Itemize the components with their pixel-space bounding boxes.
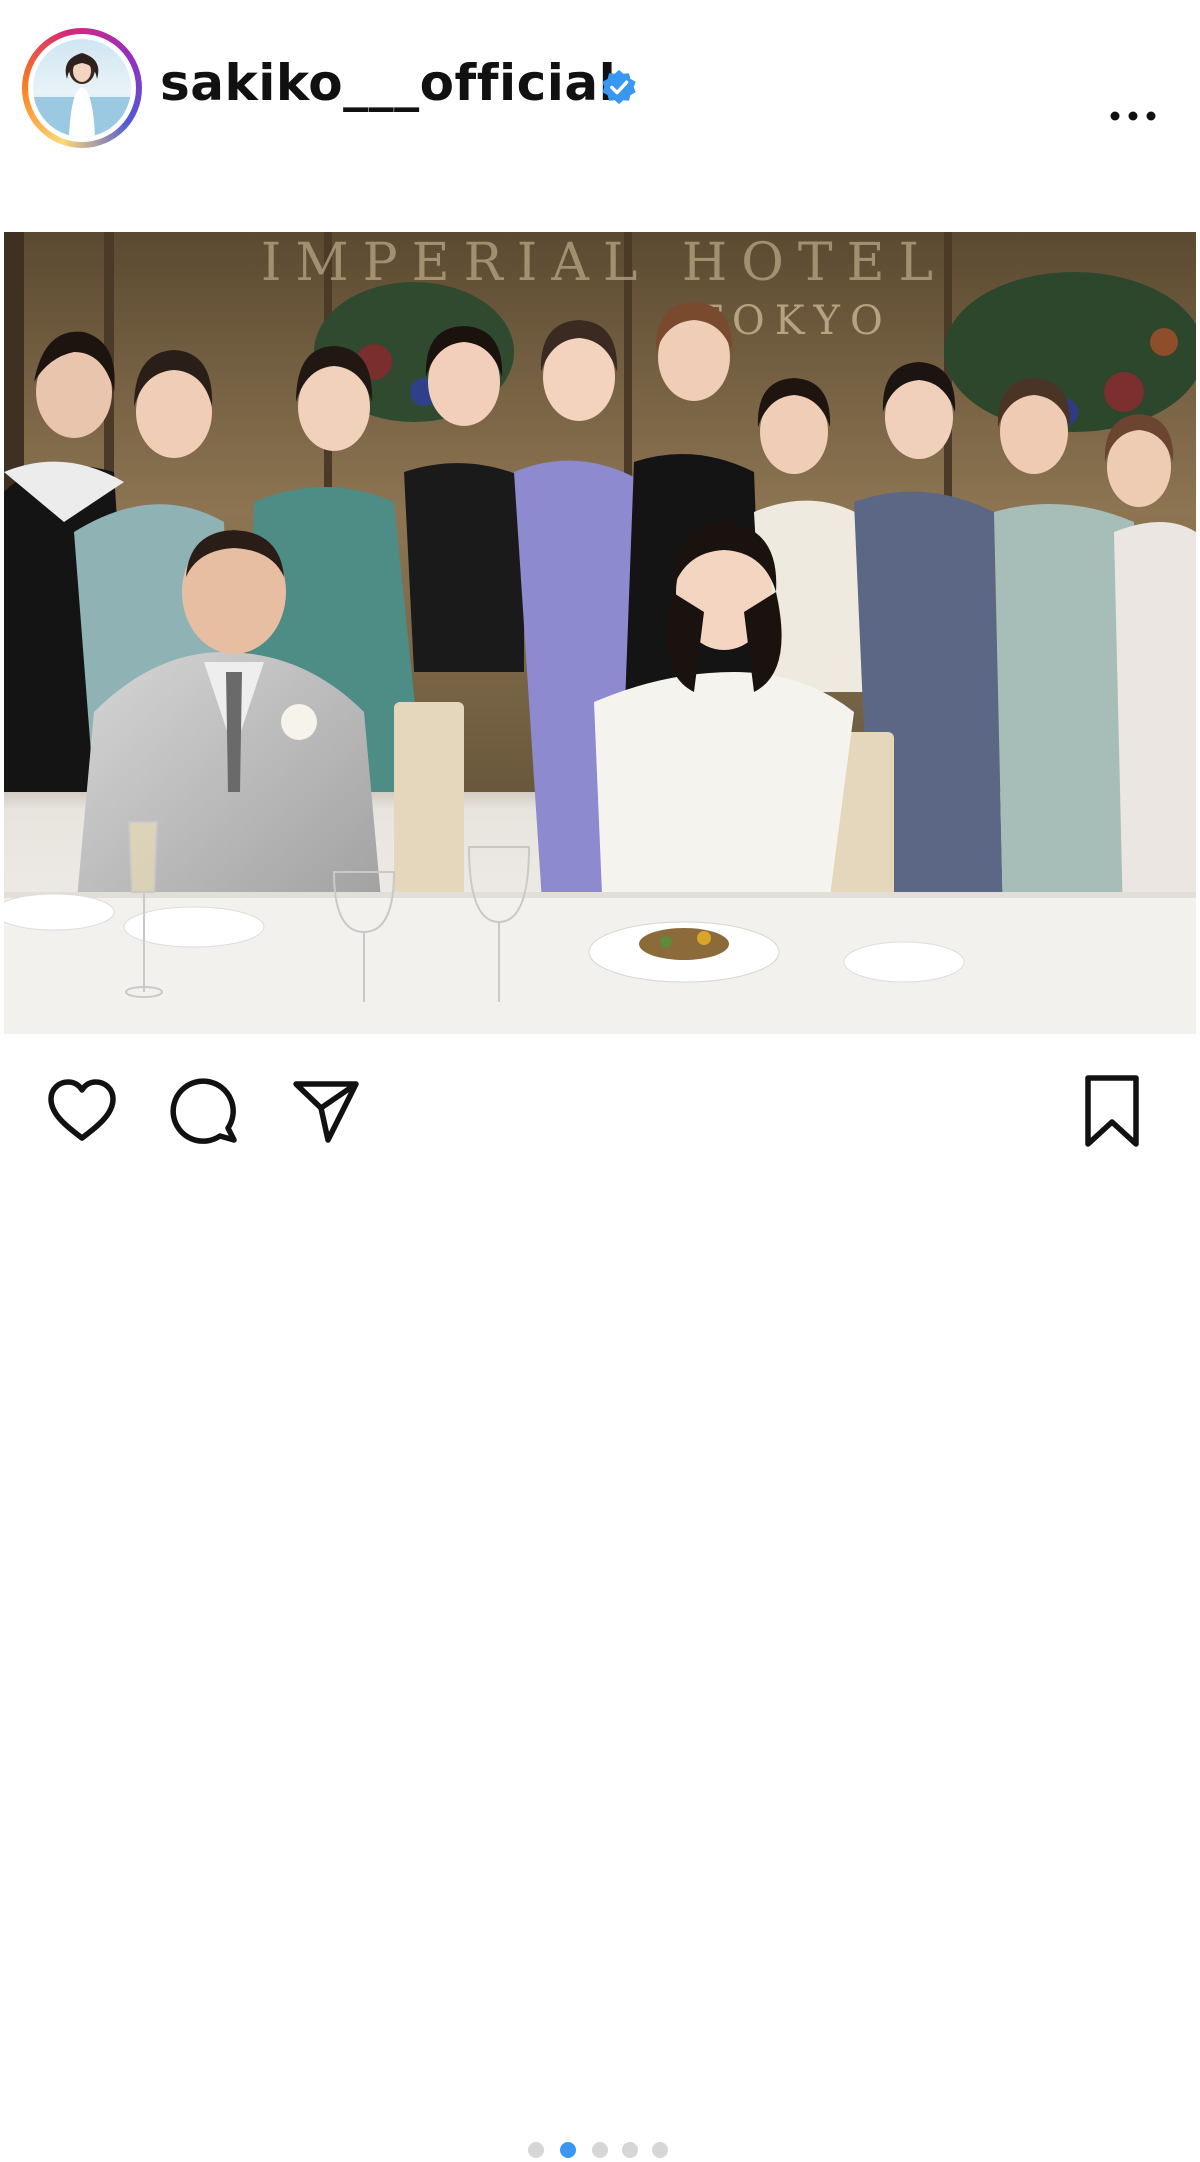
post-header: sakiko___official — [0, 0, 1200, 200]
share-icon[interactable] — [290, 1074, 362, 1146]
wedding-group-photo: IMPERIAL HOTEL TOKYO — [4, 232, 1196, 1034]
bookmark-icon[interactable] — [1082, 1074, 1142, 1148]
carousel-dot-1[interactable] — [528, 2142, 544, 2158]
carousel-dot-3[interactable] — [592, 2142, 608, 2158]
verified-badge-icon — [602, 69, 636, 105]
post-photo[interactable]: IMPERIAL HOTEL TOKYO — [4, 232, 1196, 1034]
profile-avatar[interactable] — [22, 28, 142, 148]
post-actions — [0, 1050, 1200, 2158]
carousel-dot-2[interactable] — [560, 2142, 576, 2158]
comment-icon[interactable] — [168, 1074, 240, 1146]
sign-text-hotel: IMPERIAL HOTEL — [261, 233, 947, 293]
flower-arrangement-right — [944, 272, 1196, 432]
carousel-dot-4[interactable] — [622, 2142, 638, 2158]
carousel-dot-5[interactable] — [652, 2142, 668, 2158]
username[interactable]: sakiko___official — [160, 54, 616, 112]
heart-icon[interactable] — [46, 1078, 118, 1144]
avatar-image — [33, 39, 131, 137]
avatar-illustration — [33, 53, 131, 137]
more-options-icon[interactable] — [1106, 106, 1160, 126]
